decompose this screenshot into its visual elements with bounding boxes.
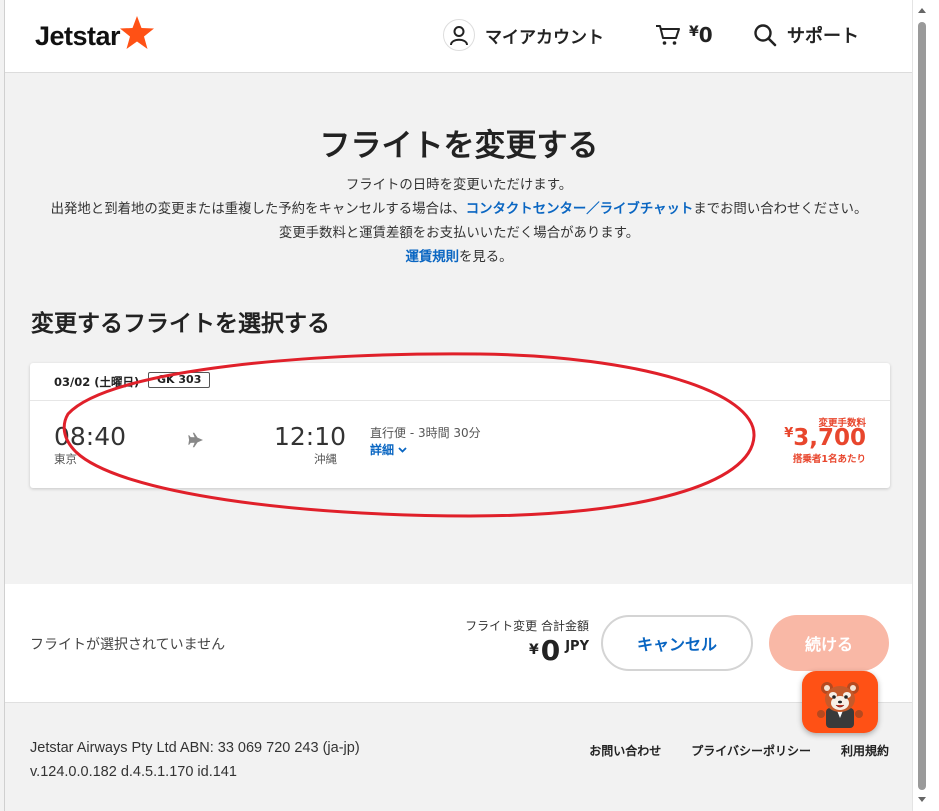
- star-icon: [120, 16, 155, 49]
- contact-link[interactable]: お問い合わせ: [589, 742, 661, 759]
- privacy-policy-link[interactable]: プライバシーポリシー: [691, 742, 811, 759]
- intro-text: を見る。: [459, 250, 513, 265]
- footer-links: お問い合わせ プライバシーポリシー 利用規約: [589, 742, 889, 759]
- summary-bar: フライトが選択されていません フライト変更 合計金額 ¥ 0 JPY キャンセル…: [5, 584, 913, 702]
- fee-currency: ¥: [784, 426, 794, 441]
- page-title: フライトを変更する: [319, 128, 599, 164]
- flight-card[interactable]: 03/02 (土曜日) GK 303 08:40 東京 12:10 沖縄 直行便…: [30, 363, 890, 488]
- flight-duration: 直行便 - 3時間 30分: [370, 426, 481, 440]
- details-toggle[interactable]: 詳細: [370, 441, 407, 458]
- arrival-time: 12:10: [274, 422, 347, 451]
- fare-rules-link[interactable]: 運賃規則: [405, 250, 459, 265]
- arrival-city: 沖縄: [314, 452, 337, 466]
- departure-city: 東京: [54, 452, 77, 466]
- flight-card-header: 03/02 (土曜日) GK 303: [30, 363, 890, 401]
- cart-amount: 0: [698, 23, 713, 47]
- search-icon: [754, 24, 777, 47]
- my-account-link[interactable]: マイアカウント: [443, 18, 604, 52]
- cart-icon: [656, 25, 680, 45]
- intro-line-2: 出発地と到着地の変更または重複した予約をキャンセルする場合は、コンタクトセンター…: [5, 197, 913, 217]
- company-info: Jetstar Airways Pty Ltd ABN: 33 069 720 …: [30, 740, 360, 756]
- chevron-down-icon: [398, 446, 407, 453]
- scroll-up-arrow-icon[interactable]: [918, 8, 926, 13]
- cancel-button[interactable]: キャンセル: [601, 615, 753, 671]
- site-footer: Jetstar Airways Pty Ltd ABN: 33 069 720 …: [5, 702, 913, 811]
- total-amount: ¥ 0 JPY: [529, 634, 589, 667]
- logo-text: Jetstar: [35, 20, 121, 51]
- plane-icon: [188, 432, 203, 448]
- intro-line-3: 変更手数料と運賃差額をお支払いいただく場合があります。: [278, 226, 640, 241]
- scroll-down-arrow-icon[interactable]: [918, 797, 926, 802]
- version-info: v.124.0.0.182 d.4.5.1.170 id.141: [30, 764, 237, 780]
- page: Jetstar マイアカウント ¥ 0 サポート フライトを変更する フライトの…: [4, 0, 913, 811]
- user-icon: [443, 19, 475, 51]
- total-label: フライト変更 合計金額: [465, 619, 589, 633]
- change-fee-amount: ¥3,700: [784, 425, 866, 451]
- intro-text: 出発地と到着地の変更または重複した予約をキャンセルする場合は、: [50, 202, 466, 217]
- scrollbar-thumb[interactable]: [918, 22, 926, 790]
- support-link[interactable]: サポート: [753, 18, 859, 52]
- fee-value: 3,700: [793, 425, 866, 451]
- contact-center-link[interactable]: コンタクトセンター／ライブチャット: [466, 202, 694, 217]
- total-currency: ¥: [528, 642, 539, 658]
- flight-number-badge: GK 303: [148, 372, 211, 388]
- support-label: サポート: [787, 26, 859, 47]
- site-header: Jetstar マイアカウント ¥ 0 サポート: [5, 0, 913, 73]
- total-currency-code: JPY: [565, 639, 589, 654]
- selection-status: フライトが選択されていません: [30, 637, 226, 653]
- section-title: 変更するフライトを選択する: [31, 311, 330, 337]
- terms-link[interactable]: 利用規約: [841, 742, 889, 759]
- vertical-scrollbar[interactable]: [912, 0, 939, 811]
- intro-line-4: 運賃規則を見る。: [5, 245, 913, 265]
- cart-link[interactable]: ¥ 0: [655, 18, 713, 52]
- intro-line-1: フライトの日時を変更いただけます。: [345, 178, 573, 193]
- continue-button[interactable]: 続ける: [769, 615, 889, 671]
- intro-text: までお問い合わせください。: [693, 202, 868, 217]
- jetstar-logo[interactable]: Jetstar: [35, 16, 155, 56]
- flight-date: 03/02 (土曜日): [54, 375, 140, 389]
- chat-widget-button[interactable]: [802, 671, 878, 733]
- my-account-label: マイアカウント: [485, 27, 604, 48]
- details-label: 詳細: [370, 443, 395, 457]
- cart-currency: ¥: [689, 24, 699, 40]
- red-panda-mascot-icon: [817, 682, 863, 728]
- total-value: 0: [540, 634, 561, 667]
- fee-per-passenger: 搭乗者1名あたり: [792, 454, 866, 465]
- departure-time: 08:40: [54, 422, 127, 451]
